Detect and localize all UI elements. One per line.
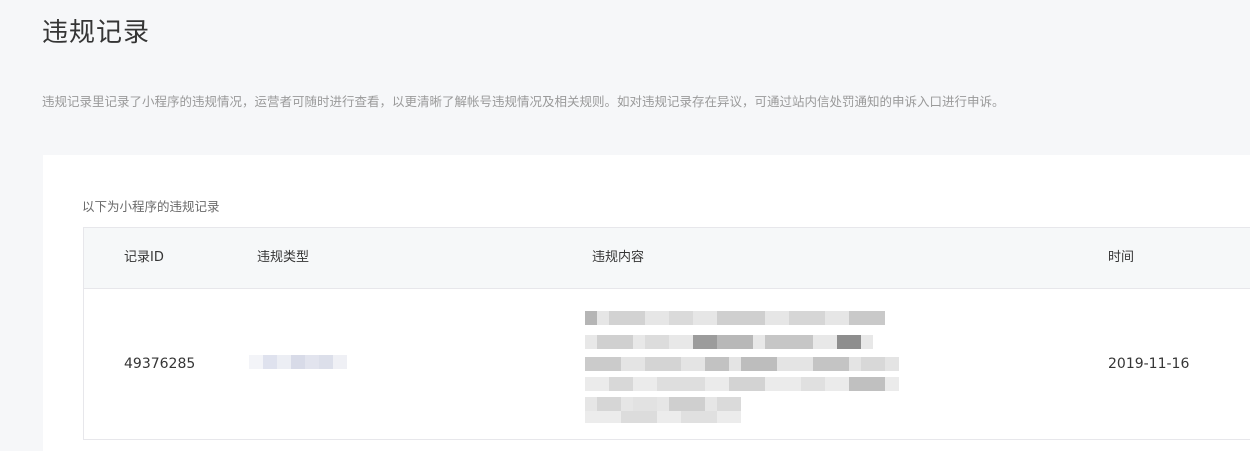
records-card: 以下为小程序的违规记录 记录ID 违规类型 违规内容 时间 49376285 2… xyxy=(43,155,1250,451)
record-id: 49376285 xyxy=(124,356,196,372)
table-header: 记录ID 违规类型 违规内容 时间 xyxy=(84,228,1250,289)
column-header-content: 违规内容 xyxy=(592,250,645,265)
mosaic-blocks xyxy=(585,311,899,423)
pixelated-violation-content xyxy=(585,311,899,423)
pixelated-violation-type xyxy=(249,349,347,375)
records-table: 记录ID 违规类型 违规内容 时间 49376285 2019-11-16 xyxy=(83,227,1250,440)
column-header-type: 违规类型 xyxy=(257,250,310,265)
column-header-id: 记录ID xyxy=(124,250,164,265)
column-header-time: 时间 xyxy=(1108,250,1135,265)
table-row: 49376285 2019-11-16 xyxy=(84,289,1250,440)
record-time: 2019-11-16 xyxy=(1108,356,1190,372)
page-title: 违规记录 xyxy=(42,18,151,48)
mosaic-blocks xyxy=(249,349,347,375)
page-description: 违规记录里记录了小程序的违规情况，运营者可随时进行查看，以更清晰了解帐号违规情况… xyxy=(42,94,1005,109)
records-caption: 以下为小程序的违规记录 xyxy=(82,199,220,214)
